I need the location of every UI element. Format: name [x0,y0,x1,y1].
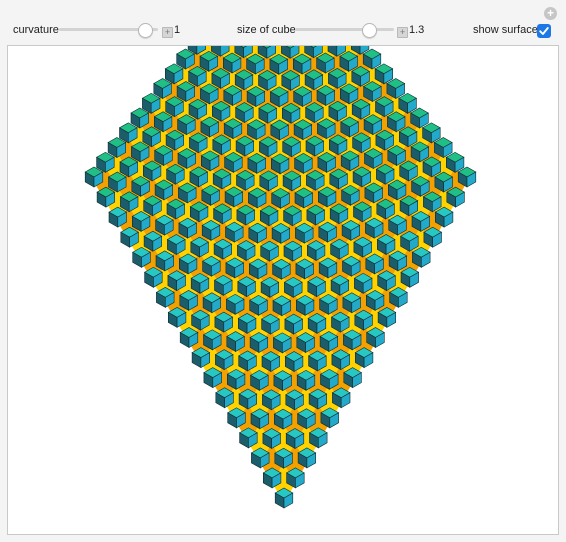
controls-bar: + curvature + 1 size of cube + 1.3 show … [0,0,566,44]
cube-size-value: 1.3 [409,24,425,36]
curvature-value: 1 [174,24,181,36]
cube-size-slider-track [295,28,394,31]
curvature-slider[interactable] [59,23,158,38]
show-surface-label: show surface [473,24,538,36]
cube-size-slider[interactable] [295,23,394,38]
checkmark-icon [539,27,549,35]
cube-size-slider-thumb[interactable] [362,23,377,38]
cube-size-plus-icon[interactable]: + [397,27,408,38]
curvature-plus-icon[interactable]: + [162,27,173,38]
curvature-slider-thumb[interactable] [138,23,153,38]
cube-size-label: size of cube [237,24,296,36]
graphics-canvas[interactable] [7,45,559,535]
manipulate-panel: + curvature + 1 size of cube + 1.3 show … [0,0,566,542]
curvature-label: curvature [13,24,59,36]
show-surface-checkbox[interactable] [537,24,551,38]
saddle-surface-plot [84,46,477,509]
plus-circle-icon[interactable]: + [544,7,557,20]
